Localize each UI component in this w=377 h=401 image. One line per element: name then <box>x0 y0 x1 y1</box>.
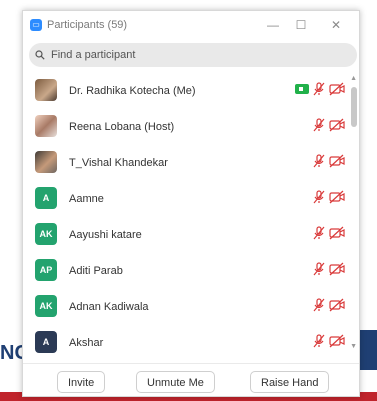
participant-name: Dr. Radhika Kotecha (Me) <box>69 85 196 97</box>
close-button[interactable]: ✕ <box>328 17 344 33</box>
scroll-thumb[interactable] <box>351 87 357 127</box>
mic-muted-icon <box>313 334 325 348</box>
avatar <box>35 115 57 137</box>
title-bar[interactable]: ▭ Participants (59) — ☐ ✕ <box>23 11 359 43</box>
avatar <box>35 151 57 173</box>
participant-row[interactable]: Reena Lobana (Host) <box>23 109 359 145</box>
participant-row[interactable]: A Aamne <box>23 181 359 217</box>
participant-name: Adnan Kadiwala <box>69 301 149 313</box>
participant-row[interactable]: AK Aayushi katare <box>23 217 359 253</box>
mic-muted-icon <box>313 118 325 132</box>
participants-window: ▭ Participants (59) — ☐ ✕ Dr. Radhika Ko… <box>22 10 360 397</box>
avatar: AK <box>35 295 57 317</box>
participant-name: Aamne <box>69 193 104 205</box>
participant-status-icons <box>313 118 345 132</box>
mic-muted-icon <box>313 190 325 204</box>
participant-name: Akshar <box>69 337 104 349</box>
scroll-up-icon[interactable]: ▲ <box>350 75 357 82</box>
participant-name: Aditi Parab <box>69 265 123 277</box>
video-off-icon <box>329 190 345 204</box>
participant-status-icons <box>313 262 345 276</box>
mic-muted-icon <box>313 154 325 168</box>
avatar: A <box>35 187 57 209</box>
avatar: AK <box>35 223 57 245</box>
raise-hand-button[interactable]: Raise Hand <box>250 371 330 393</box>
unmute-me-button[interactable]: Unmute Me <box>136 371 215 393</box>
window-title: Participants (59) <box>47 19 128 31</box>
video-off-icon <box>329 334 345 348</box>
video-off-icon <box>329 154 345 168</box>
video-off-icon <box>329 298 345 312</box>
scrollbar[interactable]: ▲ ▼ <box>350 73 357 361</box>
participant-status-icons <box>313 334 345 348</box>
video-off-icon <box>329 226 345 240</box>
avatar <box>35 79 57 101</box>
minimize-button[interactable]: — <box>265 17 281 33</box>
maximize-button[interactable]: ☐ <box>293 17 309 33</box>
participant-status-icons <box>313 190 345 204</box>
avatar: A <box>35 331 57 353</box>
mic-muted-icon <box>313 262 325 276</box>
video-off-icon <box>329 118 345 132</box>
video-off-icon <box>329 262 345 276</box>
participant-name: T_Vishal Khandekar <box>69 157 168 169</box>
participant-status-icons <box>295 82 345 96</box>
avatar: AP <box>35 259 57 281</box>
search-input[interactable] <box>49 48 343 62</box>
video-on-icon <box>295 84 309 94</box>
footer-bar: Invite Unmute Me Raise Hand <box>23 363 359 396</box>
participant-list: Dr. Radhika Kotecha (Me) Reena Lobana (Ho… <box>23 73 359 361</box>
participant-name: Aayushi katare <box>69 229 142 241</box>
participant-status-icons <box>313 298 345 312</box>
participant-status-icons <box>313 226 345 240</box>
participant-row[interactable]: AP Aditi Parab <box>23 253 359 289</box>
participant-row[interactable]: Dr. Radhika Kotecha (Me) <box>23 73 359 109</box>
zoom-icon: ▭ <box>30 19 42 31</box>
mic-muted-icon <box>313 82 325 96</box>
search-box[interactable] <box>29 43 357 67</box>
invite-button[interactable]: Invite <box>57 371 106 393</box>
mic-muted-icon <box>313 226 325 240</box>
video-off-icon <box>329 82 345 96</box>
participant-row[interactable]: A Akshar <box>23 325 359 361</box>
scroll-down-icon[interactable]: ▼ <box>350 343 357 350</box>
participant-name: Reena Lobana (Host) <box>69 121 175 133</box>
participant-row[interactable]: T_Vishal Khandekar <box>23 145 359 181</box>
search-icon <box>35 50 45 60</box>
mic-muted-icon <box>313 298 325 312</box>
participant-status-icons <box>313 154 345 168</box>
participant-row[interactable]: AK Adnan Kadiwala <box>23 289 359 325</box>
